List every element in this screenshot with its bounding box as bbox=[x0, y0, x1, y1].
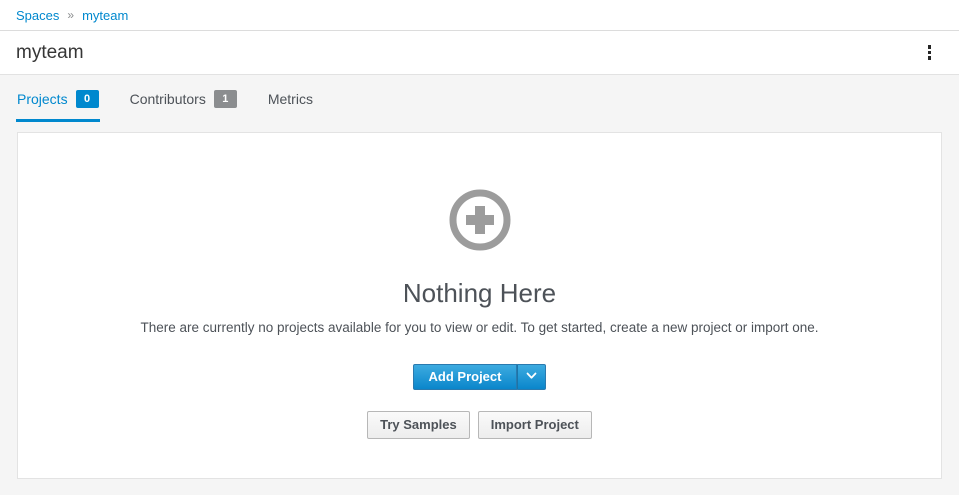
breadcrumb: Spaces » myteam bbox=[0, 0, 959, 31]
add-project-split-button: Add Project bbox=[413, 364, 547, 390]
tab-contributors-label: Contributors bbox=[130, 91, 206, 107]
tab-metrics-label: Metrics bbox=[268, 91, 313, 107]
add-circle-icon bbox=[449, 189, 511, 256]
breadcrumb-separator: » bbox=[67, 8, 74, 22]
chevron-down-icon bbox=[526, 372, 537, 380]
add-project-button[interactable]: Add Project bbox=[413, 364, 518, 390]
tab-metrics[interactable]: Metrics bbox=[267, 90, 314, 122]
projects-count-badge: 0 bbox=[76, 90, 99, 108]
breadcrumb-link-spaces[interactable]: Spaces bbox=[16, 8, 59, 23]
primary-button-row: Add Project bbox=[18, 364, 941, 390]
empty-state-description: There are currently no projects availabl… bbox=[120, 319, 840, 338]
tab-contributors[interactable]: Contributors 1 bbox=[129, 90, 238, 122]
breadcrumb-link-myteam[interactable]: myteam bbox=[82, 8, 128, 23]
empty-state-title: Nothing Here bbox=[18, 278, 941, 309]
import-project-button[interactable]: Import Project bbox=[478, 411, 592, 439]
tab-projects-label: Projects bbox=[17, 91, 68, 107]
kebab-menu-button[interactable] bbox=[922, 40, 938, 65]
projects-panel: Nothing Here There are currently no proj… bbox=[17, 132, 942, 479]
secondary-button-row: Try Samples Import Project bbox=[18, 411, 941, 439]
kebab-menu-icon bbox=[928, 45, 932, 49]
tabs: Projects 0 Contributors 1 Metrics bbox=[0, 75, 959, 122]
contributors-count-badge: 1 bbox=[214, 90, 237, 108]
tab-projects[interactable]: Projects 0 bbox=[16, 90, 100, 122]
empty-state: Nothing Here There are currently no proj… bbox=[18, 133, 941, 439]
page-title: myteam bbox=[16, 42, 84, 64]
title-bar: myteam bbox=[0, 31, 959, 75]
add-project-dropdown-toggle[interactable] bbox=[517, 364, 546, 390]
try-samples-button[interactable]: Try Samples bbox=[367, 411, 470, 439]
